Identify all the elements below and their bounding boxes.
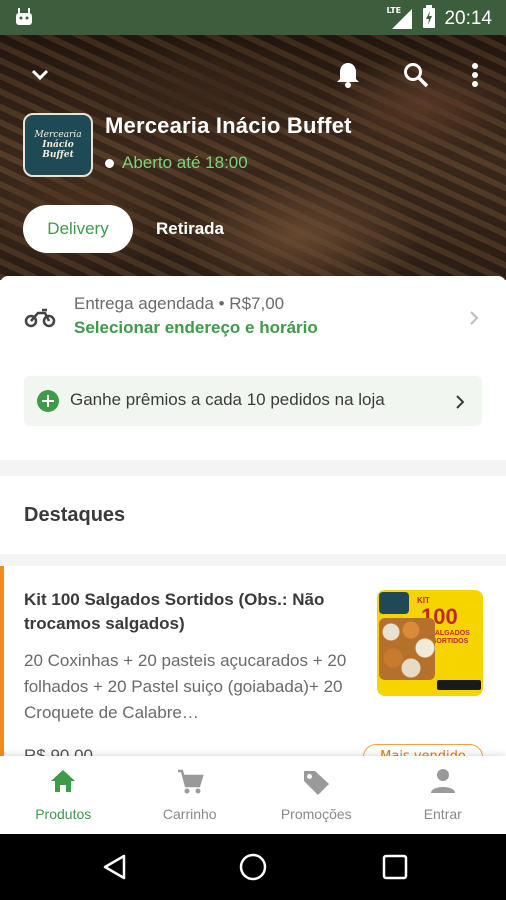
product-image: KIT 100 SALGADOS SORTIDOS xyxy=(377,590,483,696)
android-icon xyxy=(14,7,34,31)
recents-icon[interactable] xyxy=(380,852,410,882)
section-divider xyxy=(0,460,506,476)
logo-text-2: Inácio Buffet xyxy=(42,140,74,160)
more-vert-icon[interactable] xyxy=(457,57,493,93)
nav-label: Promoções xyxy=(280,806,352,822)
plus-circle-icon xyxy=(37,390,59,412)
logo-mini xyxy=(379,592,409,614)
nav-carrinho[interactable]: Carrinho xyxy=(127,756,254,834)
nav-label: Produtos xyxy=(35,806,92,822)
system-navigation-bar xyxy=(0,834,506,900)
product-name: Kit 100 Salgados Sortidos (Obs.: Não tro… xyxy=(24,590,325,633)
section-divider xyxy=(0,554,506,566)
highlight-accent xyxy=(0,566,4,766)
search-icon[interactable] xyxy=(398,57,434,93)
status-time: 20:14 xyxy=(444,8,492,29)
logo-text-1: Mercearia xyxy=(34,130,82,140)
section-title: Destaques xyxy=(24,504,126,526)
store-name: Mercearia Inácio Buffet xyxy=(105,113,352,138)
collapse-chevron-icon[interactable] xyxy=(22,57,58,93)
cart-icon xyxy=(176,768,204,800)
select-address-link[interactable]: Selecionar endereço e horário xyxy=(74,318,318,338)
store-status: Aberto até 18:00 xyxy=(105,153,248,173)
delivery-selector[interactable]: Entrega agendada • R$7,00 Selecionar end… xyxy=(0,276,506,362)
nav-promocoes[interactable]: Promoções xyxy=(253,756,380,834)
pickup-tab[interactable]: Retirada xyxy=(140,205,240,253)
tag-icon xyxy=(301,768,331,800)
back-icon[interactable] xyxy=(100,852,130,882)
motorcycle-icon xyxy=(24,306,56,332)
battery-icon xyxy=(422,5,436,33)
rewards-banner[interactable]: Ganhe prêmios a cada 10 pedidos na loja xyxy=(24,376,482,426)
status-dot-icon xyxy=(105,158,114,168)
store-hours: Aberto até 18:00 xyxy=(122,153,248,172)
signal-icon: LTE xyxy=(386,7,414,31)
bell-icon[interactable] xyxy=(330,57,366,93)
nav-label: Carrinho xyxy=(162,806,217,822)
store-content: Entrega agendada • R$7,00 Selecionar end… xyxy=(0,276,506,770)
person-icon xyxy=(430,768,456,798)
home-icon xyxy=(49,768,77,798)
rewards-text: Ganhe prêmios a cada 10 pedidos na loja xyxy=(70,390,385,409)
nav-entrar[interactable]: Entrar xyxy=(380,756,506,834)
nav-label: Entrar xyxy=(423,806,462,822)
bottom-navigation: Produtos Carrinho Promoções Entrar xyxy=(0,756,506,834)
nav-produtos[interactable]: Produtos xyxy=(0,756,127,834)
chevron-right-icon xyxy=(456,394,465,413)
store-logo: Mercearia Inácio Buffet xyxy=(23,113,93,177)
delivery-tab[interactable]: Delivery xyxy=(23,205,133,253)
product-card[interactable]: Kit 100 Salgados Sortidos (Obs.: Não tro… xyxy=(0,566,506,770)
store-header: Mercearia Inácio Buffet Mercearia Inácio… xyxy=(0,35,506,280)
status-bar: LTE 20:14 xyxy=(0,0,506,35)
delivery-info: Entrega agendada • R$7,00 xyxy=(74,294,285,313)
chevron-right-icon xyxy=(470,310,479,329)
food-photo xyxy=(379,618,435,680)
product-description: 20 Coxinhas + 20 pasteis açucarados + 20… xyxy=(24,651,347,722)
image-strip xyxy=(437,680,481,690)
home-button-icon[interactable] xyxy=(238,852,268,882)
